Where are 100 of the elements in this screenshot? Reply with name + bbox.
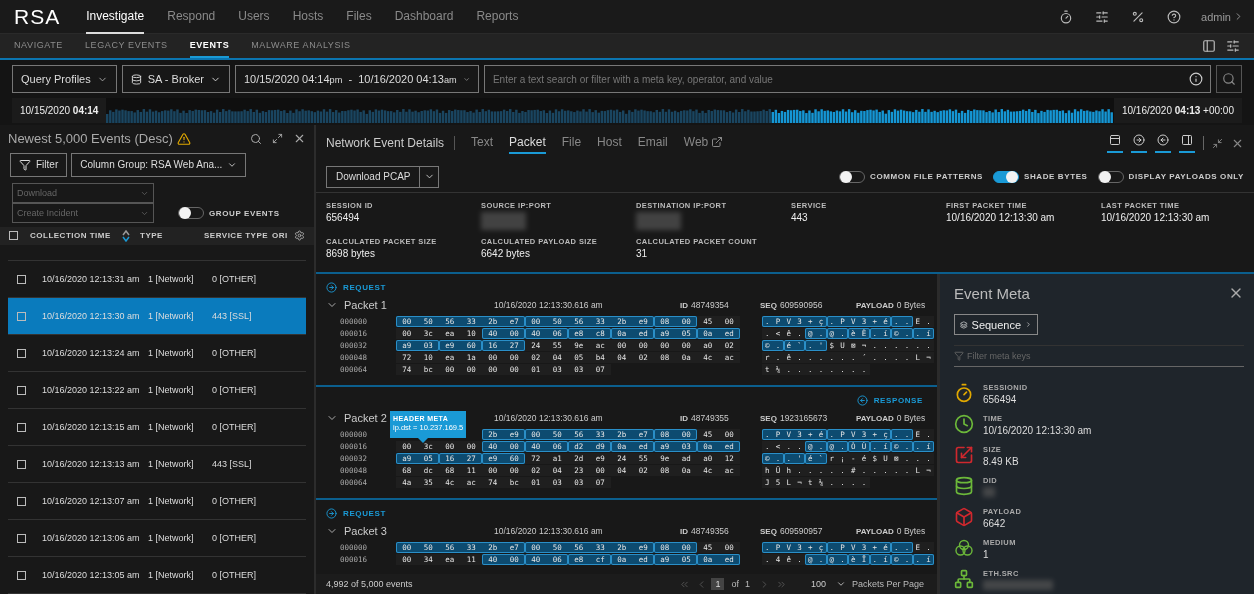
- event-row[interactable]: 10/16/2020 12:13:05 am 1 [Network] 0 [OTHER]: [8, 557, 306, 594]
- table-cell-text: 1 [Network]: [147, 274, 195, 284]
- filter-button[interactable]: Filter: [10, 152, 68, 177]
- table-cell-text: 1 [Network]: [147, 422, 195, 432]
- row-checkbox[interactable]: [16, 311, 26, 321]
- query-profiles-dropdown[interactable]: Query Profiles: [12, 65, 117, 93]
- field-value: 8698 bytes: [326, 248, 376, 259]
- table-cell-text: 10/16/2020 12:13:24 am: [41, 348, 141, 358]
- arrow-right-circle-icon: [326, 507, 337, 519]
- search-field[interactable]: Enter a text search or filter with a meta key, operator, and value: [483, 65, 1211, 93]
- field-value: 656494: [326, 212, 361, 223]
- settings-icon[interactable]: [294, 230, 305, 242]
- sequence-button[interactable]: Sequence: [954, 314, 1038, 335]
- toggle-label: SHADE BYTES: [1024, 172, 1088, 181]
- row-checkbox[interactable]: [16, 422, 26, 432]
- date-range-dropdown[interactable]: 10/15/2020 04:14pm - 10/16/2020 04:13am: [234, 65, 479, 93]
- search-icon[interactable]: [250, 132, 262, 145]
- details-tab[interactable]: Packet: [509, 132, 546, 154]
- right-panel-icon[interactable]: [1179, 133, 1195, 153]
- packet-payload: PAYLOAD 0 Bytes: [856, 300, 926, 310]
- row-checkbox[interactable]: [16, 274, 26, 284]
- event-row[interactable]: 10/16/2020 12:13:30 am 1 [Network] 443 [SSL]: [8, 298, 306, 335]
- event-count: 4,992 of 5,000 events: [326, 579, 413, 589]
- database-icon: [130, 73, 142, 85]
- details-tab[interactable]: Web: [683, 132, 724, 154]
- column-header[interactable]: COLLECTION TIME: [26, 231, 122, 241]
- table-cell-text: 1 [Network]: [147, 496, 195, 506]
- toggle-switch[interactable]: [993, 170, 1020, 183]
- expand-icon[interactable]: [272, 133, 283, 145]
- row-checkbox[interactable]: [16, 533, 26, 543]
- event-row[interactable]: 10/16/2020 12:13:22 am 1 [Network] 0 [OTHER]: [8, 372, 306, 409]
- table-cell-text: 0 [OTHER]: [211, 496, 257, 506]
- field-value: 10/16/2020 12:13:30 am: [946, 212, 1056, 223]
- table-cell-text: 0 [OTHER]: [211, 385, 257, 395]
- toggle-switch[interactable]: [839, 170, 865, 183]
- column-group-dropdown[interactable]: Column Group: RSA Web Ana...: [71, 152, 247, 177]
- collapse-icon[interactable]: [1212, 137, 1223, 149]
- table-cell-text: 443 [SSL]: [211, 459, 253, 469]
- column-header[interactable]: ORI: [268, 231, 292, 241]
- table-cell-text: 0 [OTHER]: [211, 533, 257, 543]
- filter-icon: [19, 158, 31, 171]
- nav-tab[interactable]: Files: [346, 0, 372, 34]
- column-header[interactable]: TYPE: [136, 231, 200, 241]
- meta-value: 8.49 KB: [983, 456, 1019, 467]
- event-row[interactable]: 10/16/2020 12:13:07 am 1 [Network] 0 [OTHER]: [8, 483, 306, 520]
- details-tab[interactable]: Text: [471, 132, 494, 154]
- user-menu[interactable]: admin: [1201, 10, 1244, 23]
- table-cell-text: 10/16/2020 12:13:22 am: [41, 385, 141, 395]
- details-tab[interactable]: File: [561, 132, 582, 154]
- packet-name: Packet 2: [344, 412, 387, 424]
- nav-tab[interactable]: Users: [238, 0, 270, 34]
- field-value: 31: [636, 248, 649, 259]
- details-tab[interactable]: Email: [637, 132, 668, 154]
- table-cell-text: 0 [OTHER]: [211, 348, 257, 358]
- field-value: 443: [791, 212, 809, 223]
- packet-seq: SEQ 609590957: [760, 526, 824, 536]
- select-all-checkbox[interactable]: [8, 231, 18, 241]
- column-header[interactable]: SERVICE TYPE: [200, 231, 268, 241]
- search-button[interactable]: [1216, 65, 1242, 93]
- row-checkbox[interactable]: [16, 459, 26, 469]
- stopwatch-icon[interactable]: [1059, 9, 1074, 24]
- event-row[interactable]: 10/16/2020 12:13:13 am 1 [Network] 443 [SSL]: [8, 446, 306, 483]
- filter-meta-field[interactable]: Filter meta keys: [967, 346, 1244, 366]
- panel-icon[interactable]: [1202, 39, 1216, 53]
- sub-tab[interactable]: LEGACY EVENTS: [85, 34, 168, 58]
- row-checkbox[interactable]: [16, 348, 26, 358]
- event-row[interactable]: 10/16/2020 12:13:24 am 1 [Network] 0 [OTHER]: [8, 335, 306, 372]
- top-panel-icon[interactable]: [1107, 133, 1123, 153]
- page-number[interactable]: 1: [711, 578, 725, 590]
- nav-tab[interactable]: Reports: [476, 0, 519, 34]
- per-page-label: Packets Per Page: [851, 579, 924, 589]
- info-icon[interactable]: [1189, 72, 1203, 86]
- service-dropdown[interactable]: SA - Broker: [121, 65, 230, 93]
- event-row[interactable]: 10/16/2020 12:13:15 am 1 [Network] 0 [OTHER]: [8, 409, 306, 446]
- meta-value: 1: [983, 549, 990, 560]
- sub-tab[interactable]: MALWARE ANALYSIS: [251, 34, 351, 58]
- nav-tab[interactable]: Hosts: [292, 0, 324, 34]
- help-icon[interactable]: [1167, 9, 1182, 24]
- direction-label: REQUEST: [343, 508, 386, 518]
- per-page-dropdown[interactable]: 100: [810, 579, 846, 589]
- table-cell-text: 10/16/2020 12:13:05 am: [41, 570, 141, 580]
- toggle-switch[interactable]: [1097, 170, 1124, 183]
- table-cell-text: 10/16/2020 12:13:30 am: [41, 311, 141, 321]
- sliders-icon[interactable]: [1095, 9, 1110, 24]
- details-tab[interactable]: Host: [597, 132, 622, 154]
- meta-value: 6642: [983, 518, 1007, 529]
- sub-tab[interactable]: EVENTS: [189, 34, 230, 58]
- packet-time: 10/16/2020 12:13:30.616 am: [494, 526, 604, 536]
- sliders-icon[interactable]: [1226, 39, 1240, 53]
- packet-time: 10/16/2020 12:13:30.616 am: [494, 413, 604, 423]
- row-checkbox[interactable]: [16, 385, 26, 395]
- row-checkbox[interactable]: [16, 570, 26, 580]
- event-row[interactable]: 10/16/2020 12:13:06 am 1 [Network] 0 [OTHER]: [8, 520, 306, 557]
- sub-tab[interactable]: NAVIGATE: [14, 34, 63, 58]
- sort-icon[interactable]: [122, 229, 130, 242]
- nav-tab[interactable]: Dashboard: [394, 0, 454, 34]
- group-events-toggle[interactable]: [178, 207, 204, 220]
- row-checkbox[interactable]: [16, 496, 26, 506]
- table-cell-text: 10/16/2020 12:13:07 am: [41, 496, 141, 506]
- nav-tab[interactable]: Respond: [167, 0, 216, 34]
